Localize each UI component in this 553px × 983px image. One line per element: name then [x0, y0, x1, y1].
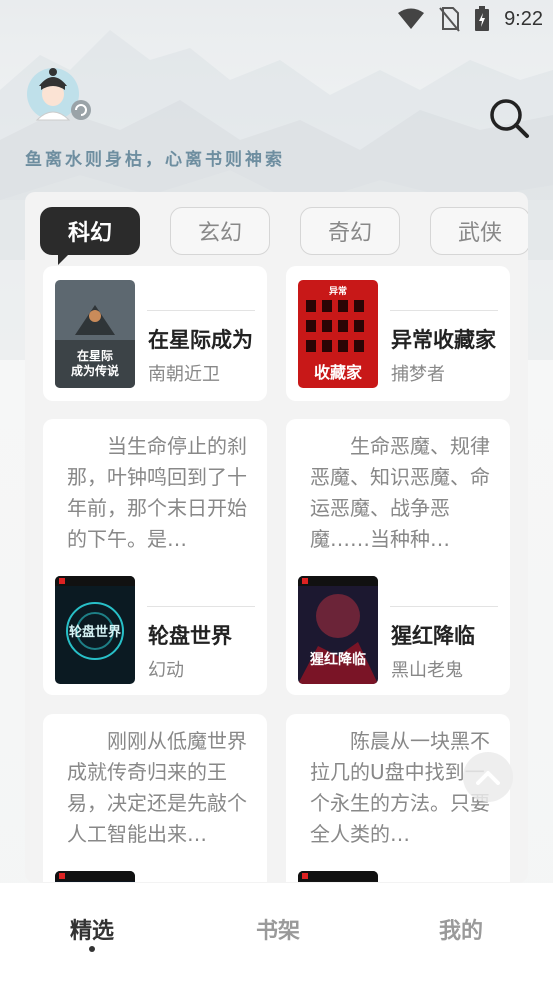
- book-title: 异常收藏家: [391, 328, 496, 352]
- battery-charging-icon: [475, 6, 490, 31]
- tab-scifi[interactable]: 科幻: [40, 207, 140, 255]
- active-nav-indicator: [89, 946, 95, 952]
- tab-fantasy[interactable]: 奇幻: [300, 207, 400, 255]
- svg-text:猩红降临: 猩红降临: [309, 651, 366, 668]
- svg-text:收藏家: 收藏家: [314, 363, 363, 382]
- book-panel: 科幻 玄幻 奇幻 武侠 在星际 成为传说 在星际成为 南朝近卫 异常 收藏家 异…: [25, 192, 528, 883]
- book-description: 刚刚从低魔世界成就传奇归来的王易，决定还是先敲个人工智能出来…: [67, 729, 247, 846]
- divider: [390, 310, 498, 311]
- divider: [147, 310, 255, 311]
- book-item[interactable]: 猩红降临 猩红降临 黑山老鬼: [298, 576, 510, 684]
- book-cover: [298, 871, 378, 882]
- svg-text:成为传说: 成为传说: [71, 363, 119, 378]
- svg-text:轮盘世界: 轮盘世界: [69, 624, 121, 640]
- book-item[interactable]: 轮盘世界 轮盘世界 幻动: [55, 576, 267, 684]
- book-item[interactable]: [55, 871, 267, 882]
- book-cover: 轮盘世界: [55, 576, 135, 684]
- book-author: 捕梦者: [391, 364, 445, 385]
- book-card[interactable]: 生命恶魔、规律恶魔、知识恶魔、命运恶魔、战争恶魔……当种种… 猩红降临 猩红降临…: [286, 419, 510, 695]
- book-description: 生命恶魔、规律恶魔、知识恶魔、命运恶魔、战争恶魔……当种种…: [310, 434, 490, 551]
- divider: [390, 606, 498, 607]
- book-cover: [55, 871, 135, 882]
- wifi-icon: [398, 8, 425, 29]
- book-card[interactable]: 当生命停止的刹那，叶钟鸣回到了十年前，那个末日开始的下午。是… 轮盘世界 轮盘世…: [43, 419, 267, 695]
- book-cover: 猩红降临: [298, 576, 378, 684]
- nav-profile[interactable]: 我的: [439, 913, 483, 945]
- book-author: 幻动: [148, 660, 184, 681]
- book-card[interactable]: 异常 收藏家 异常收藏家 捕梦者: [286, 266, 510, 401]
- book-author: 南朝近卫: [148, 364, 220, 385]
- tab-xuanhuan[interactable]: 玄幻: [170, 207, 270, 255]
- scroll-to-top-button[interactable]: [463, 752, 513, 802]
- book-item[interactable]: 在星际 成为传说 在星际成为 南朝近卫: [55, 280, 267, 388]
- chevron-up-icon: [476, 771, 500, 785]
- book-title: 轮盘世界: [148, 624, 232, 648]
- book-grid: 在星际 成为传说 在星际成为 南朝近卫 异常 收藏家 异常收藏家 捕梦者 当生命…: [25, 262, 528, 882]
- book-title: 猩红降临: [391, 624, 475, 648]
- book-item[interactable]: [298, 871, 510, 882]
- tab-wuxia[interactable]: 武侠: [430, 207, 528, 255]
- no-sim-icon: [439, 7, 460, 32]
- book-description: 当生命停止的刹那，叶钟鸣回到了十年前，那个末日开始的下午。是…: [67, 434, 247, 551]
- search-icon[interactable]: [486, 95, 532, 141]
- bottom-navigation: 精选 书架 我的: [0, 883, 553, 983]
- status-bar: 9:22: [0, 0, 553, 38]
- divider: [147, 606, 255, 607]
- book-card[interactable]: 在星际 成为传说 在星际成为 南朝近卫: [43, 266, 267, 401]
- user-avatar[interactable]: [25, 64, 93, 124]
- header-motto: 鱼离水则身枯，心离书则神索: [25, 150, 285, 170]
- category-tabs: 科幻 玄幻 奇幻 武侠: [40, 207, 528, 267]
- nav-bookshelf[interactable]: 书架: [256, 913, 300, 945]
- status-time: 9:22: [504, 7, 543, 30]
- book-cover: 在星际 成为传说: [55, 280, 135, 388]
- nav-featured[interactable]: 精选: [70, 913, 114, 945]
- book-item[interactable]: 异常 收藏家 异常收藏家 捕梦者: [298, 280, 510, 388]
- svg-text:异常: 异常: [329, 285, 347, 297]
- book-author: 黑山老鬼: [391, 660, 463, 681]
- book-title: 在星际成为: [148, 328, 253, 352]
- svg-text:在星际: 在星际: [77, 348, 113, 363]
- book-card[interactable]: 刚刚从低魔世界成就传奇归来的王易，决定还是先敲个人工智能出来…: [43, 714, 267, 882]
- book-cover: 异常 收藏家: [298, 280, 378, 388]
